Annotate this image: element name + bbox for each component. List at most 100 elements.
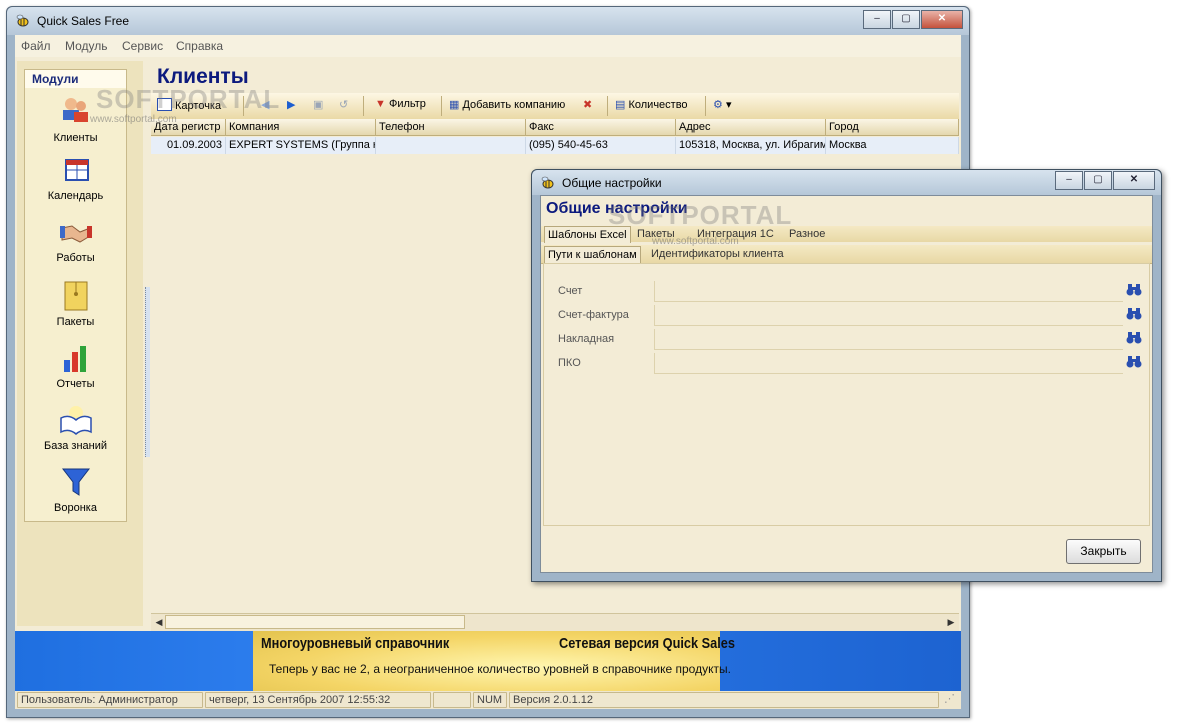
module-label: Календарь — [47, 190, 104, 202]
filter-label: Фильтр — [388, 98, 426, 110]
table-cell: Москва — [826, 137, 959, 154]
modules-list: Модули Клиенты Календарь Работы Пакеты О… — [24, 69, 127, 522]
menu-bar: Файл Модуль Сервис Справка — [15, 35, 961, 57]
gear-icon: ⚙ — [713, 99, 723, 111]
horizontal-scrollbar[interactable]: ◀ ▶ — [151, 613, 959, 631]
column-header[interactable]: Телефон — [376, 119, 526, 136]
module-label: Пакеты — [56, 316, 95, 328]
table-cell: EXPERT SYSTEMS (Группа ком — [226, 137, 376, 154]
resize-grip-icon[interactable]: ⋰ — [941, 692, 959, 708]
banner-title-right: Сетевая версия Quick Sales — [559, 635, 735, 652]
path-input[interactable] — [654, 305, 1123, 326]
banner-title-left: Многоуровневый справочник — [261, 635, 450, 652]
dialog-client-area: Общие настройки Шаблоны Excel Пакеты Инт… — [540, 195, 1153, 573]
template-paths-panel: Счет Счет-фактура Накладная ПКО — [543, 263, 1150, 526]
save-icon[interactable]: ▣ — [313, 98, 323, 111]
minimize-button[interactable]: – — [863, 10, 891, 29]
field-row: Счет-фактура — [558, 304, 1142, 326]
menu-service[interactable]: Сервис — [122, 39, 163, 53]
menu-module[interactable]: Модуль — [65, 39, 108, 53]
clients-icon — [62, 98, 88, 122]
close-button[interactable]: ✕ — [921, 10, 963, 29]
status-num: NUM — [473, 692, 507, 708]
field-label: Счет — [558, 285, 583, 297]
table-cell: (095) 540-45-63 — [526, 137, 676, 154]
table-cell: 105318, Москва, ул. Ибрагим — [676, 137, 826, 154]
undo-icon[interactable]: ↺ — [339, 98, 348, 111]
tab-misc[interactable]: Разное — [789, 226, 825, 242]
panel-splitter[interactable] — [145, 287, 150, 457]
module-works[interactable]: Работы — [25, 218, 126, 264]
scroll-right-icon[interactable]: ▶ — [945, 616, 957, 628]
watermark-url: www.softportal.com — [90, 114, 177, 125]
add-company-button[interactable]: ▦ Добавить компанию — [449, 98, 565, 111]
building-add-icon: ▦ — [449, 99, 460, 111]
delete-company-icon[interactable]: ✖ — [583, 98, 592, 111]
module-packages[interactable]: Пакеты — [25, 280, 126, 328]
close-dialog-button[interactable]: Закрыть — [1066, 539, 1141, 564]
package-icon — [64, 281, 87, 311]
funnel-icon — [61, 468, 90, 496]
binoculars-icon[interactable] — [1126, 283, 1142, 297]
field-label: Накладная — [558, 333, 615, 345]
dialog-window-title: Общие настройки — [562, 176, 662, 190]
bar-chart-icon — [63, 346, 86, 372]
module-knowledge-base[interactable]: База знаний — [25, 404, 126, 452]
toolbar-separator — [441, 96, 442, 116]
field-row: ПКО — [558, 352, 1142, 374]
handshake-icon — [59, 225, 92, 243]
status-empty — [433, 692, 471, 708]
column-header[interactable]: Факс — [526, 119, 676, 136]
path-input[interactable] — [654, 353, 1123, 374]
bee-app-icon — [541, 176, 554, 189]
dialog-maximize-button[interactable]: ▢ — [1084, 171, 1112, 190]
status-user: Пользователь: Администратор — [17, 692, 203, 708]
add-company-label: Добавить компанию — [462, 99, 566, 111]
table-cell — [376, 137, 526, 154]
toolbar-separator — [705, 96, 706, 116]
field-label: ПКО — [558, 357, 581, 369]
dialog-close-button[interactable]: ✕ — [1113, 171, 1155, 190]
chevron-down-icon: ▾ — [725, 99, 732, 111]
column-header[interactable]: Город — [826, 119, 959, 136]
path-input[interactable] — [654, 329, 1123, 350]
scroll-thumb[interactable] — [165, 615, 465, 629]
column-header[interactable]: Адрес — [676, 119, 826, 136]
menu-help[interactable]: Справка — [176, 39, 223, 53]
path-input[interactable] — [654, 281, 1123, 302]
calendar-icon — [64, 159, 89, 181]
count-button[interactable]: ▤ Количество — [615, 98, 688, 111]
field-row: Счет — [558, 280, 1142, 302]
calculator-icon: ▤ — [615, 99, 626, 111]
module-calendar[interactable]: Календарь — [25, 156, 126, 202]
bee-app-icon — [16, 14, 29, 27]
status-bar: Пользователь: Администратор четверг, 13 … — [15, 691, 961, 709]
status-datetime: четверг, 13 Сентябрь 2007 12:55:32 — [205, 692, 431, 708]
column-header[interactable]: Компания — [226, 119, 376, 136]
ad-banner[interactable]: Многоуровневый справочник Сетевая версия… — [15, 631, 961, 691]
dialog-title-bar[interactable]: Общие настройки – ▢ ✕ — [532, 170, 1161, 195]
next-arrow-icon[interactable]: ▶ — [287, 98, 295, 111]
binoculars-icon[interactable] — [1126, 307, 1142, 321]
field-row: Накладная — [558, 328, 1142, 350]
filter-button[interactable]: ▼ Фильтр — [375, 98, 426, 110]
maximize-button[interactable]: ▢ — [892, 10, 920, 29]
title-bar[interactable]: Quick Sales Free – ▢ ✕ — [7, 7, 969, 35]
filter-icon: ▼ — [375, 98, 386, 110]
settings-dropdown[interactable]: ⚙ ▾ — [713, 98, 731, 111]
module-reports[interactable]: Отчеты — [25, 342, 126, 390]
module-label: Отчеты — [56, 378, 95, 390]
module-label: Воронка — [54, 502, 97, 514]
watermark-url: www.softportal.com — [652, 236, 739, 247]
menu-file[interactable]: Файл — [21, 39, 51, 53]
subtab-template-paths[interactable]: Пути к шаблонам — [544, 246, 641, 264]
module-label: Работы — [56, 252, 95, 264]
watermark-logo: SOFTPORTAL — [96, 84, 281, 114]
scroll-left-icon[interactable]: ◀ — [153, 616, 165, 628]
dialog-minimize-button[interactable]: – — [1055, 171, 1083, 190]
subtab-client-ids[interactable]: Идентификаторы клиента — [651, 246, 784, 262]
watermark-logo: SOFTPORTAL — [608, 200, 793, 230]
binoculars-icon[interactable] — [1126, 331, 1142, 345]
module-funnel[interactable]: Воронка — [25, 466, 126, 514]
binoculars-icon[interactable] — [1126, 355, 1142, 369]
